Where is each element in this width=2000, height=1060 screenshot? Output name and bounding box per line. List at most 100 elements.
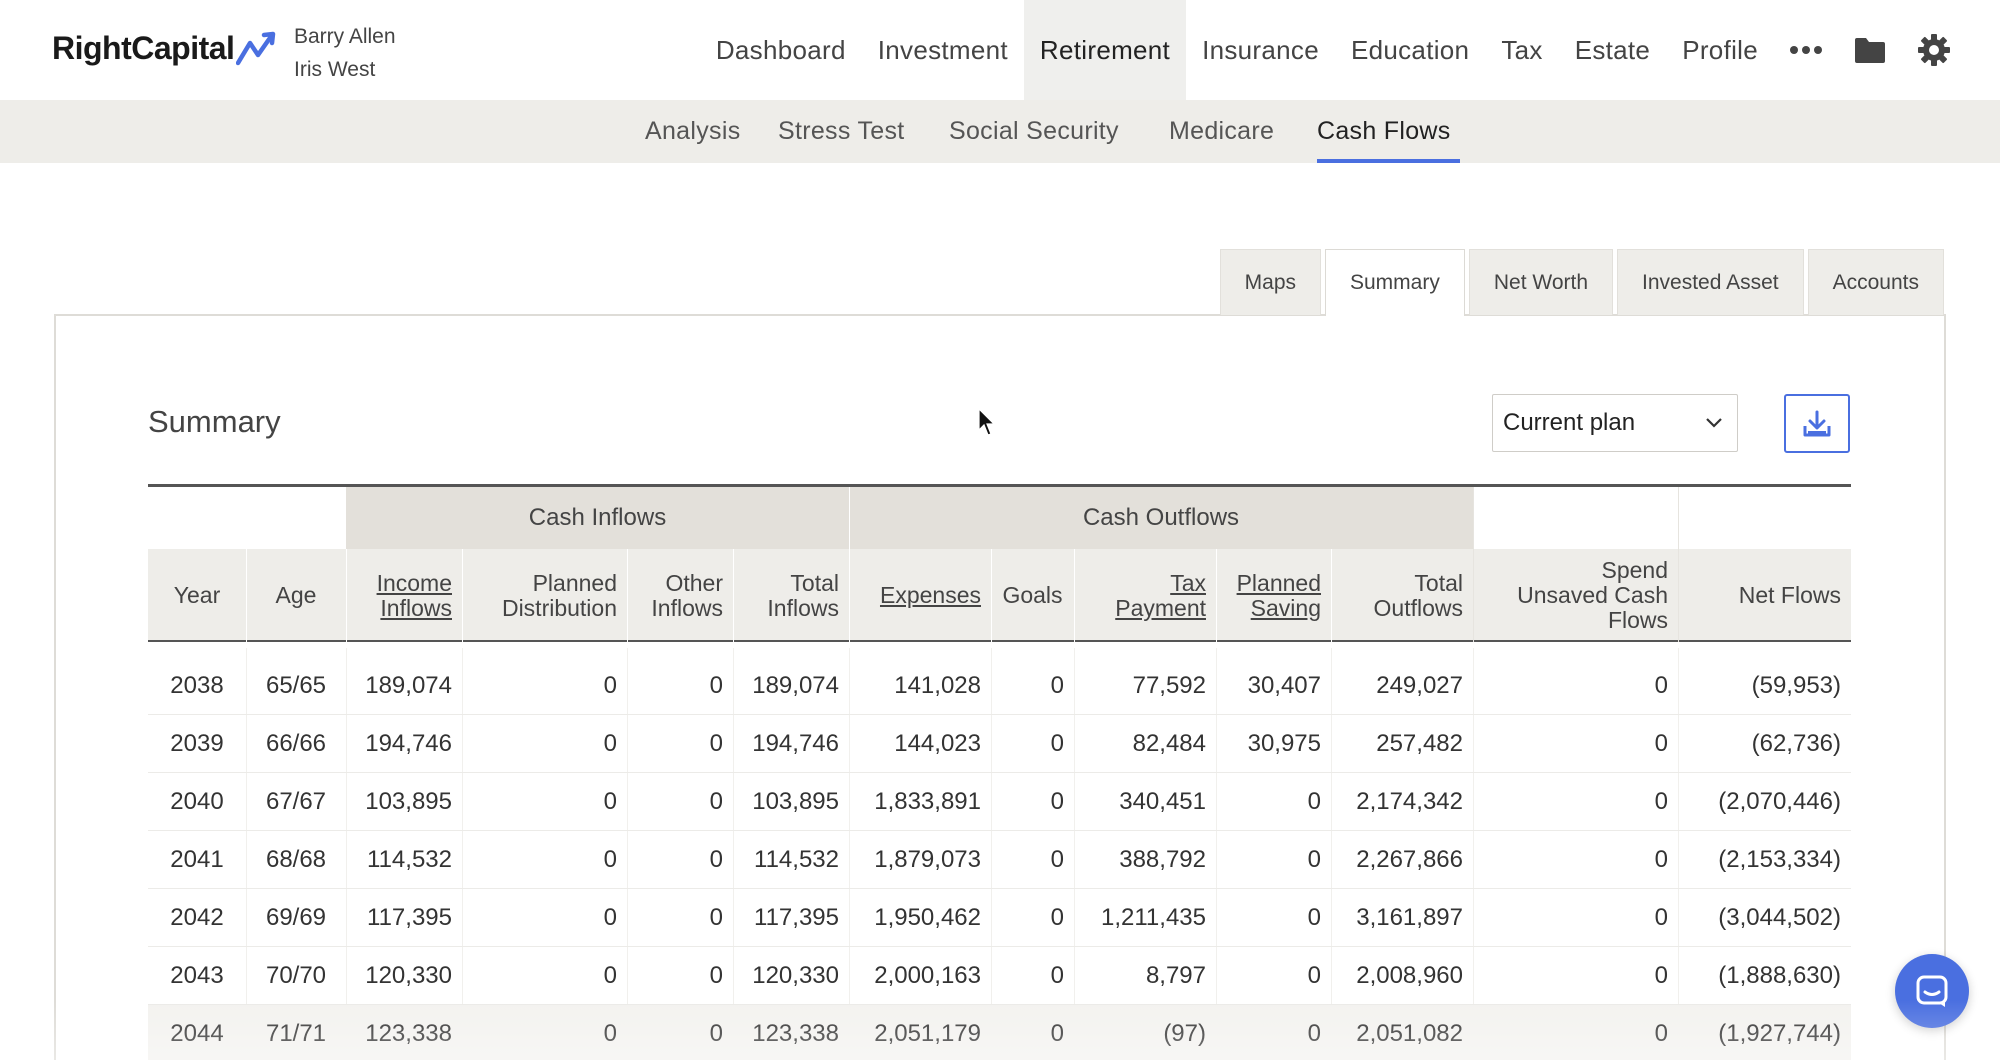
page-title: Summary: [148, 404, 281, 439]
header-divider: [849, 487, 850, 642]
table-cell: 257,482: [1376, 730, 1463, 757]
table-cell: 0: [1050, 788, 1064, 815]
table-cell: (97): [1163, 1020, 1206, 1047]
col-planned-saving[interactable]: Planned Saving: [1216, 549, 1331, 642]
table-cell: 0: [1307, 846, 1321, 873]
subnav-stress-test[interactable]: Stress Test: [778, 100, 905, 163]
table-cell: (2,070,446): [1718, 788, 1841, 815]
table-cell: 0: [603, 904, 617, 931]
table-cell: 0: [709, 846, 723, 873]
table-cell: 0: [1050, 1020, 1064, 1047]
folder-icon[interactable]: [1838, 0, 1902, 100]
table-cell: 0: [709, 672, 723, 699]
table-cell: 117,395: [754, 904, 839, 931]
nav-retirement[interactable]: Retirement: [1023, 0, 1187, 100]
table-cell: 30,407: [1247, 672, 1321, 699]
view-tabs: Maps Summary Net Worth Invested Asset Ac…: [1216, 249, 1944, 316]
more-icon[interactable]: [1774, 0, 1838, 100]
active-subnav-underline: [1317, 159, 1460, 163]
table-cell: 0: [1654, 1020, 1668, 1047]
table-cell: 0: [1050, 730, 1064, 757]
nav-profile[interactable]: Profile: [1666, 0, 1774, 100]
table-cell: 8,797: [1145, 962, 1206, 989]
subnav-social-security[interactable]: Social Security: [949, 100, 1119, 163]
table-cell: 0: [1654, 730, 1668, 757]
nav-estate[interactable]: Estate: [1559, 0, 1667, 100]
table-cell: 114,532: [754, 846, 839, 873]
table-cell: 0: [1050, 904, 1064, 931]
table-cell: (1,927,744): [1718, 1020, 1841, 1047]
col-age: Age: [275, 582, 317, 608]
table-cell: 0: [1307, 904, 1321, 931]
table-cell: 0: [1654, 962, 1668, 989]
subnav-cash-flows[interactable]: Cash Flows: [1317, 100, 1451, 163]
tab-net-worth[interactable]: Net Worth: [1468, 249, 1614, 315]
table-cell: 114,532: [367, 846, 452, 873]
table-cell: 68/68: [265, 846, 327, 873]
tab-invested-asset[interactable]: Invested Asset: [1617, 249, 1804, 315]
table-cell: 0: [1654, 788, 1668, 815]
table-cell: 0: [1050, 672, 1064, 699]
header-divider: [627, 549, 628, 642]
tab-accounts[interactable]: Accounts: [1807, 249, 1944, 315]
table-cell: 0: [1654, 672, 1668, 699]
download-icon: [1803, 410, 1831, 436]
table-cell: (3,044,502): [1718, 904, 1841, 931]
header-divider: [991, 549, 992, 642]
table-cell: 2,008,960: [1356, 962, 1463, 989]
table-cell: 0: [603, 846, 617, 873]
header-divider: [1216, 549, 1217, 642]
col-income-inflows[interactable]: Income Inflows: [346, 549, 462, 642]
logo[interactable]: RightCapital: [52, 30, 278, 67]
col-planned-distribution: Planned Distribution: [501, 569, 617, 621]
table-cell: 65/65: [265, 672, 327, 699]
table-cell: 194,746: [752, 730, 839, 757]
table-cell: 123,338: [365, 1020, 452, 1047]
chat-button[interactable]: [1895, 954, 1969, 1028]
table-cell: 2044: [170, 1020, 224, 1047]
chat-icon: [1916, 975, 1948, 1007]
nav-investment[interactable]: Investment: [862, 0, 1024, 100]
group-cash-outflows: Cash Outflows: [849, 487, 1473, 549]
col-spend-unsaved: Spend Unsaved Cash Flows: [1517, 557, 1668, 633]
table-cell: 0: [709, 962, 723, 989]
subnav-analysis[interactable]: Analysis: [645, 100, 741, 163]
table-cell: (2,153,334): [1718, 846, 1841, 873]
col-net-flows: Net Flows: [1738, 582, 1841, 608]
nav-dashboard[interactable]: Dashboard: [700, 0, 862, 100]
table-cell: 2042: [170, 904, 224, 931]
main-nav: Dashboard Investment Retirement Insuranc…: [700, 0, 1966, 100]
tab-maps[interactable]: Maps: [1219, 249, 1321, 315]
table-cell: (1,888,630): [1718, 962, 1841, 989]
table-cell: (62,736): [1751, 730, 1841, 757]
table-cell: 388,792: [1119, 846, 1206, 873]
download-button[interactable]: [1784, 394, 1850, 453]
col-expenses[interactable]: Expenses: [849, 549, 991, 642]
header-divider: [1074, 549, 1075, 642]
table-cell: 30,975: [1247, 730, 1321, 757]
tab-summary[interactable]: Summary: [1325, 249, 1465, 316]
nav-tax[interactable]: Tax: [1485, 0, 1558, 100]
table-cell: 0: [603, 730, 617, 757]
table-cell: 2,051,179: [874, 1020, 981, 1047]
col-tax-payment[interactable]: Tax Payment: [1074, 549, 1216, 642]
table-cell: 249,027: [1376, 672, 1463, 699]
table-cell: 1,211,435: [1101, 904, 1206, 931]
plan-select[interactable]: Current plan: [1492, 394, 1738, 452]
group-cash-inflows: Cash Inflows: [346, 487, 849, 549]
subnav-medicare[interactable]: Medicare: [1169, 100, 1274, 163]
nav-insurance[interactable]: Insurance: [1186, 0, 1335, 100]
table-cell: 70/70: [265, 962, 327, 989]
table-cell: 0: [603, 672, 617, 699]
header-divider: [462, 549, 463, 642]
table-cell: 77,592: [1132, 672, 1206, 699]
col-other-inflows: Other Inflows: [651, 569, 723, 621]
gear-icon[interactable]: [1902, 0, 1966, 100]
header-divider: [1473, 487, 1474, 642]
household-names[interactable]: Barry Allen Iris West: [294, 20, 396, 86]
table-cell: 2041: [170, 846, 224, 873]
nav-education[interactable]: Education: [1335, 0, 1485, 100]
col-total-outflows: Total Outflows: [1373, 569, 1463, 621]
table-cell: 2043: [170, 962, 224, 989]
table-cell: 2038: [170, 672, 224, 699]
